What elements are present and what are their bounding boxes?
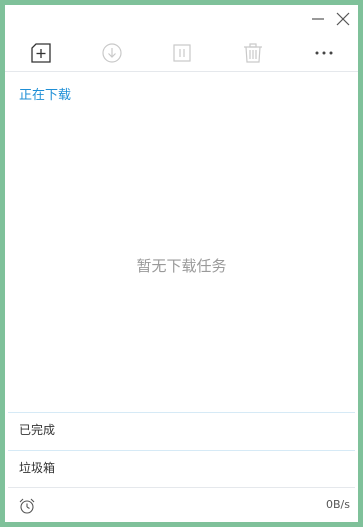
minimize-icon xyxy=(312,18,324,20)
new-task-icon xyxy=(31,43,51,63)
alarm-clock-icon[interactable] xyxy=(18,497,36,515)
completed-section[interactable]: 已完成 xyxy=(8,412,355,450)
empty-state-text: 暂无下载任务 xyxy=(136,257,227,275)
title-bar xyxy=(5,5,358,33)
close-icon xyxy=(336,12,350,26)
delete-icon xyxy=(244,43,262,63)
trash-section[interactable]: 垃圾箱 xyxy=(8,450,355,488)
downloading-tab[interactable]: 正在下载 xyxy=(19,84,71,103)
completed-label: 已完成 xyxy=(19,423,56,437)
delete-button[interactable] xyxy=(241,41,265,65)
trash-label: 垃圾箱 xyxy=(19,461,56,475)
minimize-button[interactable] xyxy=(308,9,328,29)
new-task-button[interactable] xyxy=(29,41,53,65)
status-bar: 0B/s xyxy=(8,487,355,522)
close-button[interactable] xyxy=(333,9,353,29)
start-download-button[interactable] xyxy=(100,41,124,65)
toolbar xyxy=(5,35,358,72)
download-speed: 0B/s xyxy=(326,498,350,511)
more-icon xyxy=(315,51,333,55)
more-button[interactable] xyxy=(312,41,336,65)
pause-icon xyxy=(173,44,191,62)
pause-button[interactable] xyxy=(170,41,194,65)
start-download-icon xyxy=(102,43,122,63)
download-window: 正在下载 暂无下载任务 已完成 垃圾箱 0B/s xyxy=(5,5,358,522)
